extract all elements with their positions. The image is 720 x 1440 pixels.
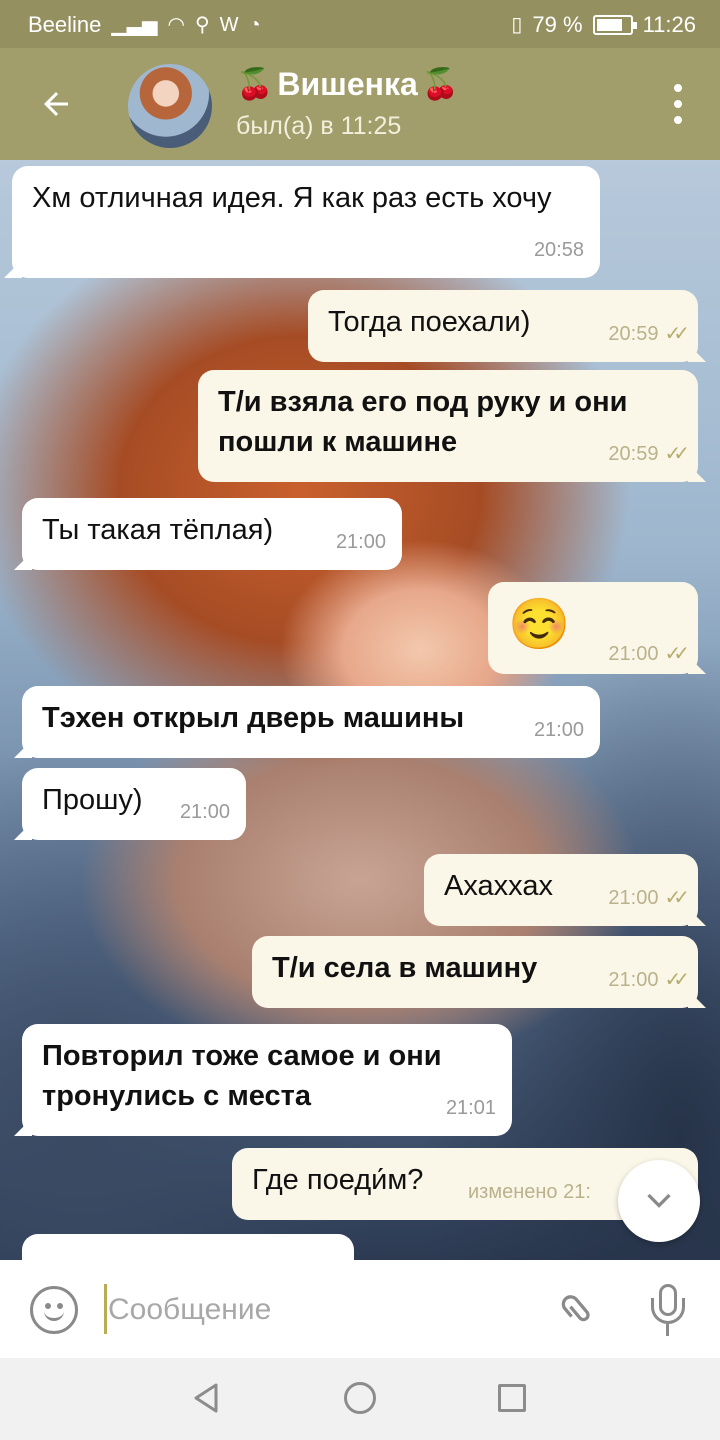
message-outgoing[interactable]: Т/и взяла его под руку и они пошли к маш… <box>198 370 698 482</box>
battery-fill <box>596 19 622 31</box>
more-menu-button[interactable] <box>666 84 690 124</box>
message-incoming[interactable]: Прошу) 21:00 <box>22 768 246 840</box>
vibrate-icon: ▯ <box>511 14 523 36</box>
nav-back-icon[interactable] <box>190 1382 222 1414</box>
dot-icon <box>674 84 682 92</box>
message-time: 21:00 <box>608 643 659 665</box>
rss-icon: ◔ <box>248 14 261 36</box>
message-time: 20:59 <box>608 323 659 345</box>
paperclip-icon <box>561 1295 590 1322</box>
app-icon: W <box>219 14 239 36</box>
message-incoming[interactable]: Тэхен открыл дверь машины 21:00 <box>22 686 600 758</box>
emoji-message: ☺️ <box>508 596 571 652</box>
nav-home-icon[interactable] <box>344 1382 376 1414</box>
message-text: Где поеди́м? <box>252 1164 424 1196</box>
message-outgoing[interactable]: Т/и села в машину 21:00 ✓✓ <box>252 936 698 1008</box>
clock: 11:26 <box>642 12 696 37</box>
message-input[interactable] <box>108 1286 528 1334</box>
avatar[interactable] <box>128 64 212 148</box>
message-text: Тэхен открыл дверь машины <box>42 702 465 734</box>
back-button[interactable] <box>28 76 84 132</box>
message-time: 21:01 <box>445 1097 496 1119</box>
status-bar: Beeline ▁▃▅ ◠ ⚲ W ◔ ▯ 79 % 11:26 <box>0 0 720 48</box>
system-nav-bar <box>0 1358 720 1440</box>
message-text: Т/и села в машину <box>272 952 538 984</box>
message-text: Тогда поехали) <box>328 306 531 338</box>
message-time: 20:58 <box>533 239 584 261</box>
message-incoming[interactable]: Хм отличная идея. Я как раз есть хочу 20… <box>12 166 600 278</box>
chat-header: 🍒 Вишенка 🍒 был(а) в 11:25 <box>0 48 720 160</box>
message-outgoing[interactable]: Ахаххах 21:00 ✓✓ <box>424 854 698 926</box>
carrier-label: Beeline <box>28 12 102 37</box>
message-time: 21:00 <box>533 719 584 741</box>
message-incoming[interactable]: Повторил тоже самое и они тронулись с ме… <box>22 1024 512 1136</box>
double-check-icon: ✓✓ <box>664 643 689 665</box>
message-text: Ахаххах <box>444 870 553 902</box>
wifi-icon: ◠ <box>167 14 185 36</box>
dot-icon <box>674 116 682 124</box>
signal-icon: ▁▃▅ <box>111 14 158 36</box>
dot-icon <box>674 100 682 108</box>
double-check-icon: ✓✓ <box>664 443 689 465</box>
chat-area[interactable]: Хм отличная идея. Я как раз есть хочу 20… <box>0 160 720 1260</box>
message-time: 21:00 <box>608 887 659 909</box>
smiley-icon <box>44 1311 64 1321</box>
message-time: 20:59 <box>608 443 659 465</box>
message-incoming[interactable]: Ты такая тёплая) 21:00 <box>22 498 402 570</box>
microphone-button[interactable] <box>646 1282 690 1338</box>
double-check-icon: ✓✓ <box>664 887 689 909</box>
double-check-icon: ✓✓ <box>664 969 689 991</box>
scroll-down-button[interactable] <box>618 1160 700 1242</box>
message-text: Прошу) <box>42 784 143 816</box>
cherry-icon: 🍒 <box>421 68 460 101</box>
message-text: Повторил тоже самое и они тронулись с ме… <box>42 1040 442 1112</box>
battery-icon <box>592 15 637 35</box>
last-seen: был(а) в 11:25 <box>236 112 402 140</box>
contact-name: Вишенка <box>277 66 418 102</box>
text-cursor <box>104 1284 107 1334</box>
cherry-icon: 🍒 <box>236 68 274 101</box>
nav-recents-icon[interactable] <box>498 1384 526 1412</box>
chevron-down-icon <box>647 1193 671 1208</box>
chat-title[interactable]: 🍒 Вишенка 🍒 <box>236 66 459 103</box>
double-check-icon: ✓✓ <box>664 323 689 345</box>
attach-button[interactable] <box>542 1273 615 1347</box>
battery-percent: 79 % <box>532 12 583 37</box>
search-icon: ⚲ <box>195 14 210 36</box>
message-composer <box>0 1260 720 1358</box>
message-outgoing[interactable]: Тогда поехали) 20:59 ✓✓ <box>308 290 698 362</box>
message-time: 21:00 <box>179 801 230 823</box>
message-time: изменено 21: <box>468 1181 591 1203</box>
message-text: Ты такая тёплая) <box>42 514 274 546</box>
emoji-button[interactable] <box>30 1286 78 1334</box>
message-outgoing[interactable]: ☺️ 21:00 ✓✓ <box>488 582 698 674</box>
message-text: Хм отличная идея. Я как раз есть хочу <box>32 182 552 214</box>
message-text: Т/и взяла его под руку и они пошли к маш… <box>218 386 628 458</box>
arrow-left-icon <box>44 92 68 116</box>
message-incoming[interactable] <box>22 1234 354 1260</box>
message-time: 21:00 <box>608 969 659 991</box>
message-time: 21:00 <box>335 531 386 553</box>
